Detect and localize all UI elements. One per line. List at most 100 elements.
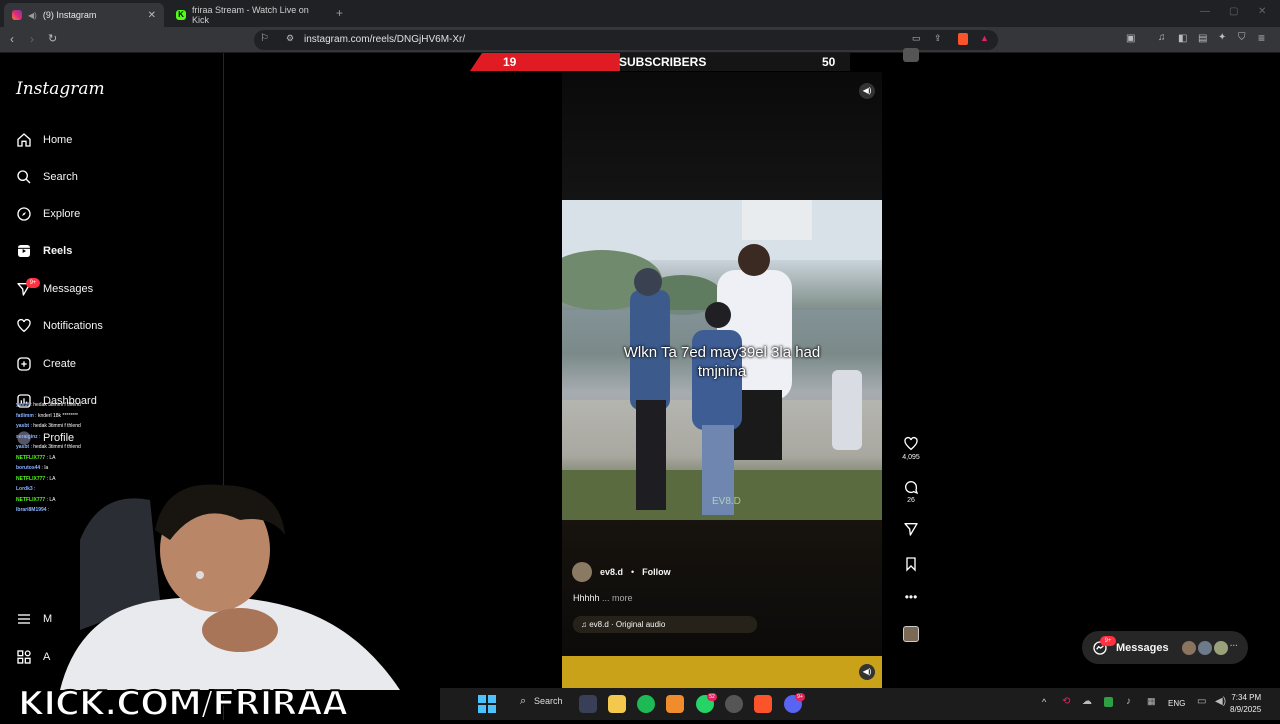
reader-icon[interactable]: ▣: [1126, 33, 1135, 44]
brave-icon[interactable]: [754, 695, 772, 713]
ai-icon[interactable]: ✦: [1218, 32, 1226, 43]
vpn-icon[interactable]: ⛉: [1238, 32, 1246, 43]
reel-watermark: EV8.D: [712, 496, 741, 507]
tab-instagram[interactable]: ◀) (9) Instagram ✕: [4, 3, 164, 27]
comments-count: 26: [907, 497, 915, 504]
author-avatar[interactable]: [572, 562, 592, 582]
tab-kick[interactable]: K friraa Stream - Watch Live on Kick: [168, 3, 328, 27]
chat-user: Lordk3: [16, 486, 33, 492]
reload-icon[interactable]: ↻: [48, 32, 57, 45]
task-view-icon[interactable]: [579, 695, 597, 713]
save-action[interactable]: [898, 556, 924, 574]
mute-icon[interactable]: ◀): [859, 83, 875, 99]
audio-icon[interactable]: ◀): [28, 11, 37, 20]
audio-thumb[interactable]: [903, 626, 919, 642]
share-icon[interactable]: ⇪: [934, 33, 942, 44]
next-reel-preview[interactable]: ◀): [562, 656, 882, 688]
maximize-icon[interactable]: ▢: [1229, 6, 1238, 17]
windows-start-icon[interactable]: [478, 695, 496, 713]
comment-icon[interactable]: [903, 479, 919, 495]
close-window-icon[interactable]: ✕: [1258, 6, 1266, 17]
sidebar-toggle-icon[interactable]: ◧: [1178, 33, 1187, 44]
tab-title: (9) Instagram: [42, 10, 97, 20]
chrome-icon[interactable]: [725, 695, 743, 713]
tray-app-icon[interactable]: ⟲: [1062, 696, 1070, 707]
apps-icon: [17, 650, 31, 664]
clock-date: 8/9/2025: [1230, 705, 1262, 714]
share-action[interactable]: [898, 521, 924, 539]
send-icon[interactable]: [903, 521, 919, 537]
kick-favicon-icon: K: [176, 10, 186, 20]
more-options-icon[interactable]: •••: [898, 590, 924, 604]
minimize-icon[interactable]: —: [1200, 6, 1210, 17]
close-tab-icon[interactable]: ✕: [148, 10, 156, 21]
language-indicator[interactable]: ENG: [1168, 699, 1185, 708]
tray-cloud-icon[interactable]: ☁: [1082, 696, 1092, 707]
cast-icon[interactable]: ▭: [912, 33, 921, 44]
taskbar-search-icon[interactable]: ⌕: [520, 695, 526, 708]
music-icon[interactable]: ♫: [1158, 32, 1166, 43]
address-bar: ‹ › ↻ ⚐ ⚙ instagram.com/reels/DNGjHV6M-X…: [0, 27, 1280, 53]
subscribers-count: 19: [503, 55, 517, 69]
sidebar-item-label: Home: [43, 134, 73, 146]
author-username[interactable]: ev8.d: [600, 567, 623, 577]
chat-message: yasbt : hedak 3timmi f thlend: [16, 444, 81, 450]
tray-nvidia-icon[interactable]: [1104, 697, 1113, 707]
keyboard-icon[interactable]: ▦: [1147, 696, 1156, 707]
sidebar-item-notifications[interactable]: Notifications: [16, 315, 103, 337]
sidebar-item-reels[interactable]: Reels: [16, 240, 72, 262]
url-text[interactable]: instagram.com/reels/DNGjHV6M-Xr/: [304, 34, 465, 45]
instagram-favicon-icon: [12, 10, 22, 20]
instagram-logo[interactable]: Instagram: [16, 79, 105, 99]
sidebar-item-home[interactable]: Home: [16, 129, 72, 151]
taskbar-search-label[interactable]: Search: [534, 696, 563, 706]
reel-info-area: [562, 520, 882, 656]
sidebar-item-create[interactable]: Create: [16, 353, 76, 375]
bookmark-icon[interactable]: [903, 556, 919, 572]
chat-message: yasbt : hedak 3timmi f thlend: [16, 423, 81, 429]
like-action[interactable]: 4,095: [898, 436, 924, 461]
comment-action[interactable]: 26: [898, 479, 924, 504]
sidebar-item-explore[interactable]: Explore: [16, 203, 80, 225]
bookmark-icon[interactable]: ⚐: [260, 33, 269, 44]
app-icon[interactable]: [666, 695, 684, 713]
streamer-illustration: [60, 484, 400, 690]
site-settings-icon[interactable]: ⚙: [286, 33, 294, 44]
whatsapp-badge: 52: [707, 693, 717, 701]
sidebar-item-label: Notifications: [43, 320, 103, 332]
new-tab-icon[interactable]: +: [336, 6, 343, 20]
avatar: [1198, 640, 1212, 655]
music-note-icon: ♫: [581, 620, 590, 629]
taskbar-clock[interactable]: 7:34 PM 8/9/2025: [1230, 692, 1261, 716]
chat-text: knderl 18k ********: [37, 412, 78, 419]
mute-icon[interactable]: ◀): [859, 664, 875, 680]
caption-text: Hhhhh: [573, 593, 600, 603]
heart-icon[interactable]: [903, 436, 919, 452]
microphone-icon[interactable]: ♪: [1126, 696, 1131, 707]
wallet-icon[interactable]: ▤: [1198, 33, 1207, 44]
chat-message: NETFLIX777 : LA: [16, 454, 56, 461]
back-icon[interactable]: ‹: [10, 32, 14, 46]
chat-text: hedak 3timmi f thlend: [33, 423, 81, 429]
brave-rewards-icon[interactable]: ▲: [980, 33, 989, 43]
chat-message: seraiginz :: [16, 433, 41, 440]
reel-top-area[interactable]: ◀): [562, 72, 882, 200]
follow-button[interactable]: Follow: [642, 567, 671, 577]
brave-shield-icon[interactable]: [958, 33, 968, 45]
audio-pill[interactable]: ♫ ev8.d · Original audio: [573, 616, 757, 633]
streamer-webcam: [40, 480, 440, 690]
spotify-icon[interactable]: [637, 695, 655, 713]
forward-icon[interactable]: ›: [30, 32, 34, 46]
more-link[interactable]: ... more: [602, 593, 633, 603]
menu-icon[interactable]: ≡: [1258, 31, 1265, 45]
prev-reel-thumb[interactable]: [903, 48, 919, 62]
url-box[interactable]: ⚐ ⚙ instagram.com/reels/DNGjHV6M-Xr/ ▭ ⇪…: [254, 30, 998, 50]
sidebar-item-label: Reels: [43, 245, 73, 257]
messages-avatars: ···: [1182, 640, 1238, 655]
file-explorer-icon[interactable]: [608, 695, 626, 713]
volume-icon[interactable]: ◀): [1215, 696, 1226, 707]
tray-chevron-icon[interactable]: ^: [1042, 697, 1046, 707]
sidebar-item-search[interactable]: Search: [16, 166, 78, 188]
network-icon[interactable]: ▭: [1197, 696, 1206, 707]
chat-message: borutos44 : la: [16, 465, 49, 471]
